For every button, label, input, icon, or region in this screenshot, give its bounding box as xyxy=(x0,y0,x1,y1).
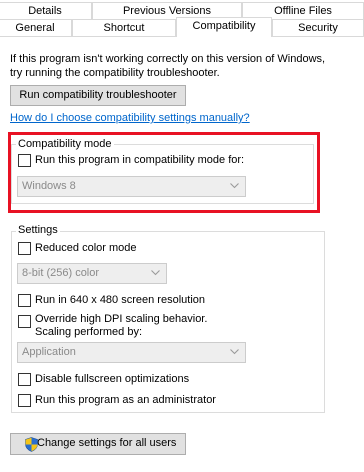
dpi-line-1: Override high DPI scaling behavior. xyxy=(35,313,208,325)
resolution-label: Run in 640 x 480 screen resolution xyxy=(35,294,205,306)
dpi-override-checkbox[interactable] xyxy=(18,315,31,328)
tab-general[interactable]: General xyxy=(0,19,72,37)
intro-line-2: try running the compatibility troublesho… xyxy=(10,67,220,79)
manual-settings-link[interactable]: How do I choose compatibility settings m… xyxy=(10,112,250,124)
run-troubleshooter-button[interactable]: Run compatibility troubleshooter xyxy=(10,85,186,106)
dpi-line-2: Scaling performed by: xyxy=(35,326,142,338)
change-all-users-button[interactable]: Change settings for all users xyxy=(10,433,186,455)
shield-icon xyxy=(25,437,38,452)
color-depth-select[interactable]: 8-bit (256) color xyxy=(17,263,167,284)
fullscreen-opt-checkbox[interactable] xyxy=(18,373,31,386)
chevron-down-icon xyxy=(151,270,160,276)
intro-line-1: If this program isn't working correctly … xyxy=(10,53,326,65)
tab-shortcut[interactable]: Shortcut xyxy=(72,19,176,37)
highlight-box xyxy=(8,132,320,213)
run-as-admin-label: Run this program as an administrator xyxy=(35,394,216,406)
tab-security[interactable]: Security xyxy=(272,19,364,37)
resolution-checkbox[interactable] xyxy=(18,294,31,307)
reduced-color-checkbox[interactable] xyxy=(18,242,31,255)
dpi-scaling-select[interactable]: Application xyxy=(17,342,246,363)
tab-details[interactable]: Details xyxy=(0,2,92,20)
chevron-down-icon xyxy=(230,349,239,355)
run-as-admin-checkbox[interactable] xyxy=(18,394,31,407)
color-depth-value: 8-bit (256) color xyxy=(22,267,100,279)
change-all-users-label: Change settings for all users xyxy=(37,437,177,449)
dpi-scaling-value: Application xyxy=(22,346,76,358)
fullscreen-opt-label: Disable fullscreen optimizations xyxy=(35,373,190,385)
intro-text: If this program isn't working correctly … xyxy=(10,52,325,80)
tab-compatibility[interactable]: Compatibility xyxy=(176,17,272,37)
settings-title: Settings xyxy=(16,224,60,236)
reduced-color-label: Reduced color mode xyxy=(35,242,137,254)
dpi-override-label: Override high DPI scaling behavior. Scal… xyxy=(35,313,207,339)
